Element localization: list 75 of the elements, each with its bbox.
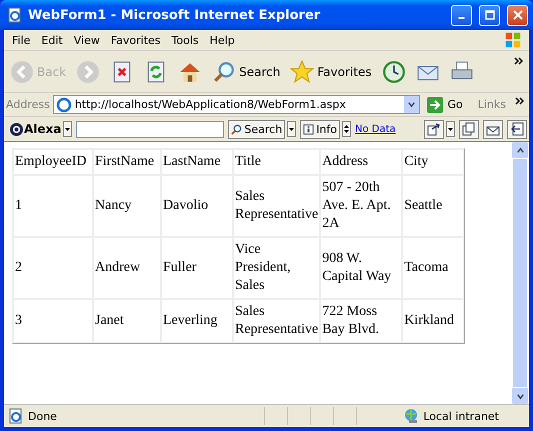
spinner-arrows-icon[interactable] xyxy=(342,121,352,137)
info-button[interactable]: Info xyxy=(300,120,340,138)
dropdown-button[interactable] xyxy=(404,96,420,113)
menu-item[interactable]: Tools xyxy=(166,34,205,46)
menu-item[interactable]: Favorites xyxy=(106,34,167,46)
search-button[interactable]: Search xyxy=(208,58,284,86)
table-cell: Andrew xyxy=(93,237,161,299)
chevron-up-icon xyxy=(516,146,524,154)
star-icon xyxy=(290,60,314,84)
scroll-up-button[interactable] xyxy=(512,142,528,158)
windows-logo-icon xyxy=(503,31,523,49)
minimize-button[interactable] xyxy=(451,4,472,26)
table-cell: 1 xyxy=(13,175,93,237)
menu-item[interactable]: Help xyxy=(204,34,241,46)
column-header: EmployeeID xyxy=(13,149,93,175)
chevron-down-icon xyxy=(407,100,416,109)
table-cell: Sales Representative xyxy=(233,175,320,237)
back-page-icon[interactable] xyxy=(507,120,527,138)
maximize-button[interactable] xyxy=(479,4,500,26)
address-label: Address xyxy=(6,98,50,111)
table-cell: Fuller xyxy=(161,237,233,299)
mail-icon[interactable] xyxy=(483,120,503,138)
close-icon xyxy=(512,10,522,20)
table-cell: 3 xyxy=(13,299,93,343)
menu-item[interactable]: Edit xyxy=(36,34,69,46)
minimize-icon xyxy=(458,17,465,19)
table-cell: 722 Moss Bay Blvd. xyxy=(320,299,402,343)
no-data-link[interactable]: No Data xyxy=(355,124,396,134)
column-header: LastName xyxy=(161,149,233,175)
table-cell: Tacoma xyxy=(402,237,464,299)
column-header: Address xyxy=(320,149,402,175)
address-text: http://localhost/WebApplication8/WebForm1.aspx xyxy=(74,98,347,111)
globe-network-icon xyxy=(403,408,420,424)
alexa-button[interactable]: Alexa xyxy=(10,122,62,136)
table-cell: 507 - 20th Ave. E. Apt. 2A xyxy=(320,175,402,237)
column-header: City xyxy=(402,149,464,175)
search-button[interactable]: Search xyxy=(228,120,286,138)
share-icon[interactable] xyxy=(424,120,444,138)
maximize-icon xyxy=(484,10,494,20)
menu-item[interactable]: View xyxy=(68,34,106,46)
search-icon xyxy=(231,124,242,134)
column-header: Title xyxy=(233,149,320,175)
page-icon xyxy=(7,7,23,23)
more-chevron-icon[interactable] xyxy=(515,97,524,105)
info-icon xyxy=(303,124,314,134)
table-cell: Davolio xyxy=(161,175,233,237)
table-cell: Seattle xyxy=(402,175,464,237)
search-icon xyxy=(212,60,236,84)
table-cell: Leverling xyxy=(161,299,233,343)
pages-icon[interactable] xyxy=(459,120,479,138)
table-cell: 2 xyxy=(13,237,93,299)
column-header: FirstName xyxy=(93,149,161,175)
page-icon xyxy=(56,96,72,112)
security-zone-text: Local intranet xyxy=(423,410,499,422)
table-cell: Sales Representative xyxy=(233,299,320,343)
menu-item[interactable]: File xyxy=(7,34,36,46)
clock-icon xyxy=(382,60,406,84)
window-title: WebForm1 - Microsoft Internet Explorer xyxy=(28,8,320,22)
table-cell: Nancy xyxy=(93,175,161,237)
right-arrow-icon xyxy=(427,96,444,112)
scroll-down-button[interactable] xyxy=(512,388,528,404)
status-text: Done xyxy=(28,410,57,422)
page-icon xyxy=(8,408,24,424)
table-cell: Vice President, Sales xyxy=(233,237,320,299)
favorites-button[interactable]: Favorites xyxy=(286,58,376,86)
close-button[interactable] xyxy=(507,4,528,26)
table-cell: Kirkland xyxy=(402,299,464,343)
table-cell: Janet xyxy=(93,299,161,343)
search-field[interactable] xyxy=(76,120,224,138)
address-field[interactable]: http://localhost/WebApplication8/WebForm1.aspx xyxy=(52,95,420,114)
go-button[interactable]: Go xyxy=(423,96,469,112)
more-chevron-icon[interactable] xyxy=(514,57,523,65)
table-cell: 908 W. Capital Way xyxy=(320,237,402,299)
ring-icon xyxy=(10,122,23,136)
chevron-down-icon xyxy=(516,392,524,400)
